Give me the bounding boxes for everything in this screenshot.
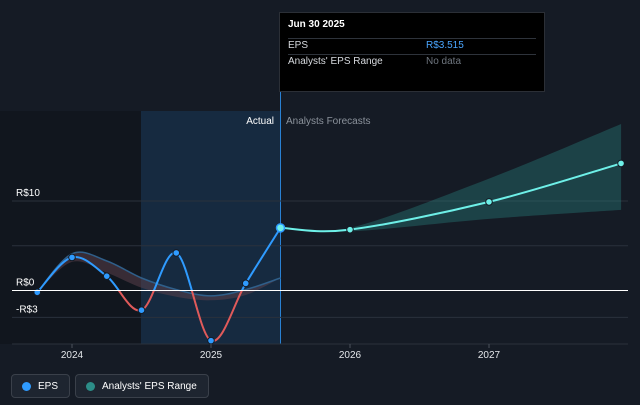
x-axis-ticks: 2024 2025 2026 2027 — [61, 344, 501, 361]
tooltip-range-label: Analysts' EPS Range — [288, 56, 383, 67]
eps-forecast-point[interactable] — [346, 225, 354, 234]
eps-point[interactable] — [102, 272, 111, 280]
forecast-range-band — [280, 124, 622, 232]
actual-section-label: Actual — [246, 116, 274, 127]
eps-point[interactable] — [33, 288, 42, 297]
legend-item-range[interactable]: Analysts' EPS Range — [75, 374, 209, 398]
x-tick-label: 2024 — [61, 350, 84, 361]
legend-range-swatch-icon — [86, 381, 96, 391]
x-tick-label: 2027 — [478, 350, 501, 361]
forecast-section-label: Analysts Forecasts — [286, 116, 370, 127]
eps-forecast-point[interactable] — [617, 159, 625, 168]
legend-eps-swatch-icon — [22, 381, 31, 391]
x-tick-label: 2025 — [200, 350, 223, 361]
legend: EPS Analysts' EPS Range — [11, 374, 209, 398]
tooltip-row-eps: EPS R$3.515 — [288, 38, 536, 54]
highlight-region — [141, 111, 280, 344]
eps-point[interactable] — [207, 336, 215, 345]
y-tick-label: R$0 — [16, 278, 35, 289]
x-tick-label: 2026 — [339, 350, 362, 361]
eps-point[interactable] — [68, 253, 76, 262]
legend-eps-label: EPS — [38, 380, 59, 392]
tooltip-range-value: No data — [426, 56, 462, 67]
eps-forecast-point[interactable] — [485, 198, 493, 206]
tooltip-title: Jun 30 2025 — [288, 19, 345, 30]
eps-current-point[interactable] — [275, 223, 286, 233]
tooltip-eps-value: R$3.515 — [426, 40, 464, 51]
tooltip: Jun 30 2025 EPS R$3.515 Analysts' EPS Ra… — [279, 12, 545, 92]
eps-point[interactable] — [172, 249, 181, 257]
eps-point[interactable] — [137, 306, 146, 314]
legend-item-eps[interactable]: EPS — [11, 374, 71, 398]
tooltip-eps-label: EPS — [288, 40, 309, 51]
y-tick-label: -R$3 — [16, 304, 38, 315]
tooltip-row-range: Analysts' EPS Range No data — [288, 54, 536, 70]
y-tick-label: R$10 — [16, 188, 40, 199]
legend-range-label: Analysts' EPS Range — [102, 380, 197, 392]
eps-point[interactable] — [241, 279, 250, 288]
